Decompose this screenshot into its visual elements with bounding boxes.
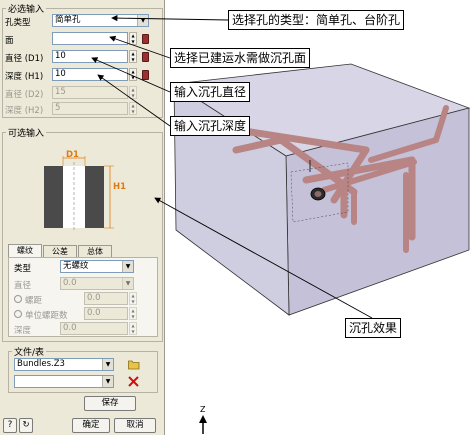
depth-callout: 输入沉孔深度 bbox=[170, 116, 251, 136]
diameter-callout: 输入沉孔直径 bbox=[170, 82, 251, 102]
face-callout: 选择已建运水需做沉孔面 bbox=[170, 48, 311, 68]
hole-type-callout: 选择孔的类型：简单孔、台阶孔 bbox=[228, 10, 405, 30]
effect-callout: 沉孔效果 bbox=[345, 318, 402, 338]
